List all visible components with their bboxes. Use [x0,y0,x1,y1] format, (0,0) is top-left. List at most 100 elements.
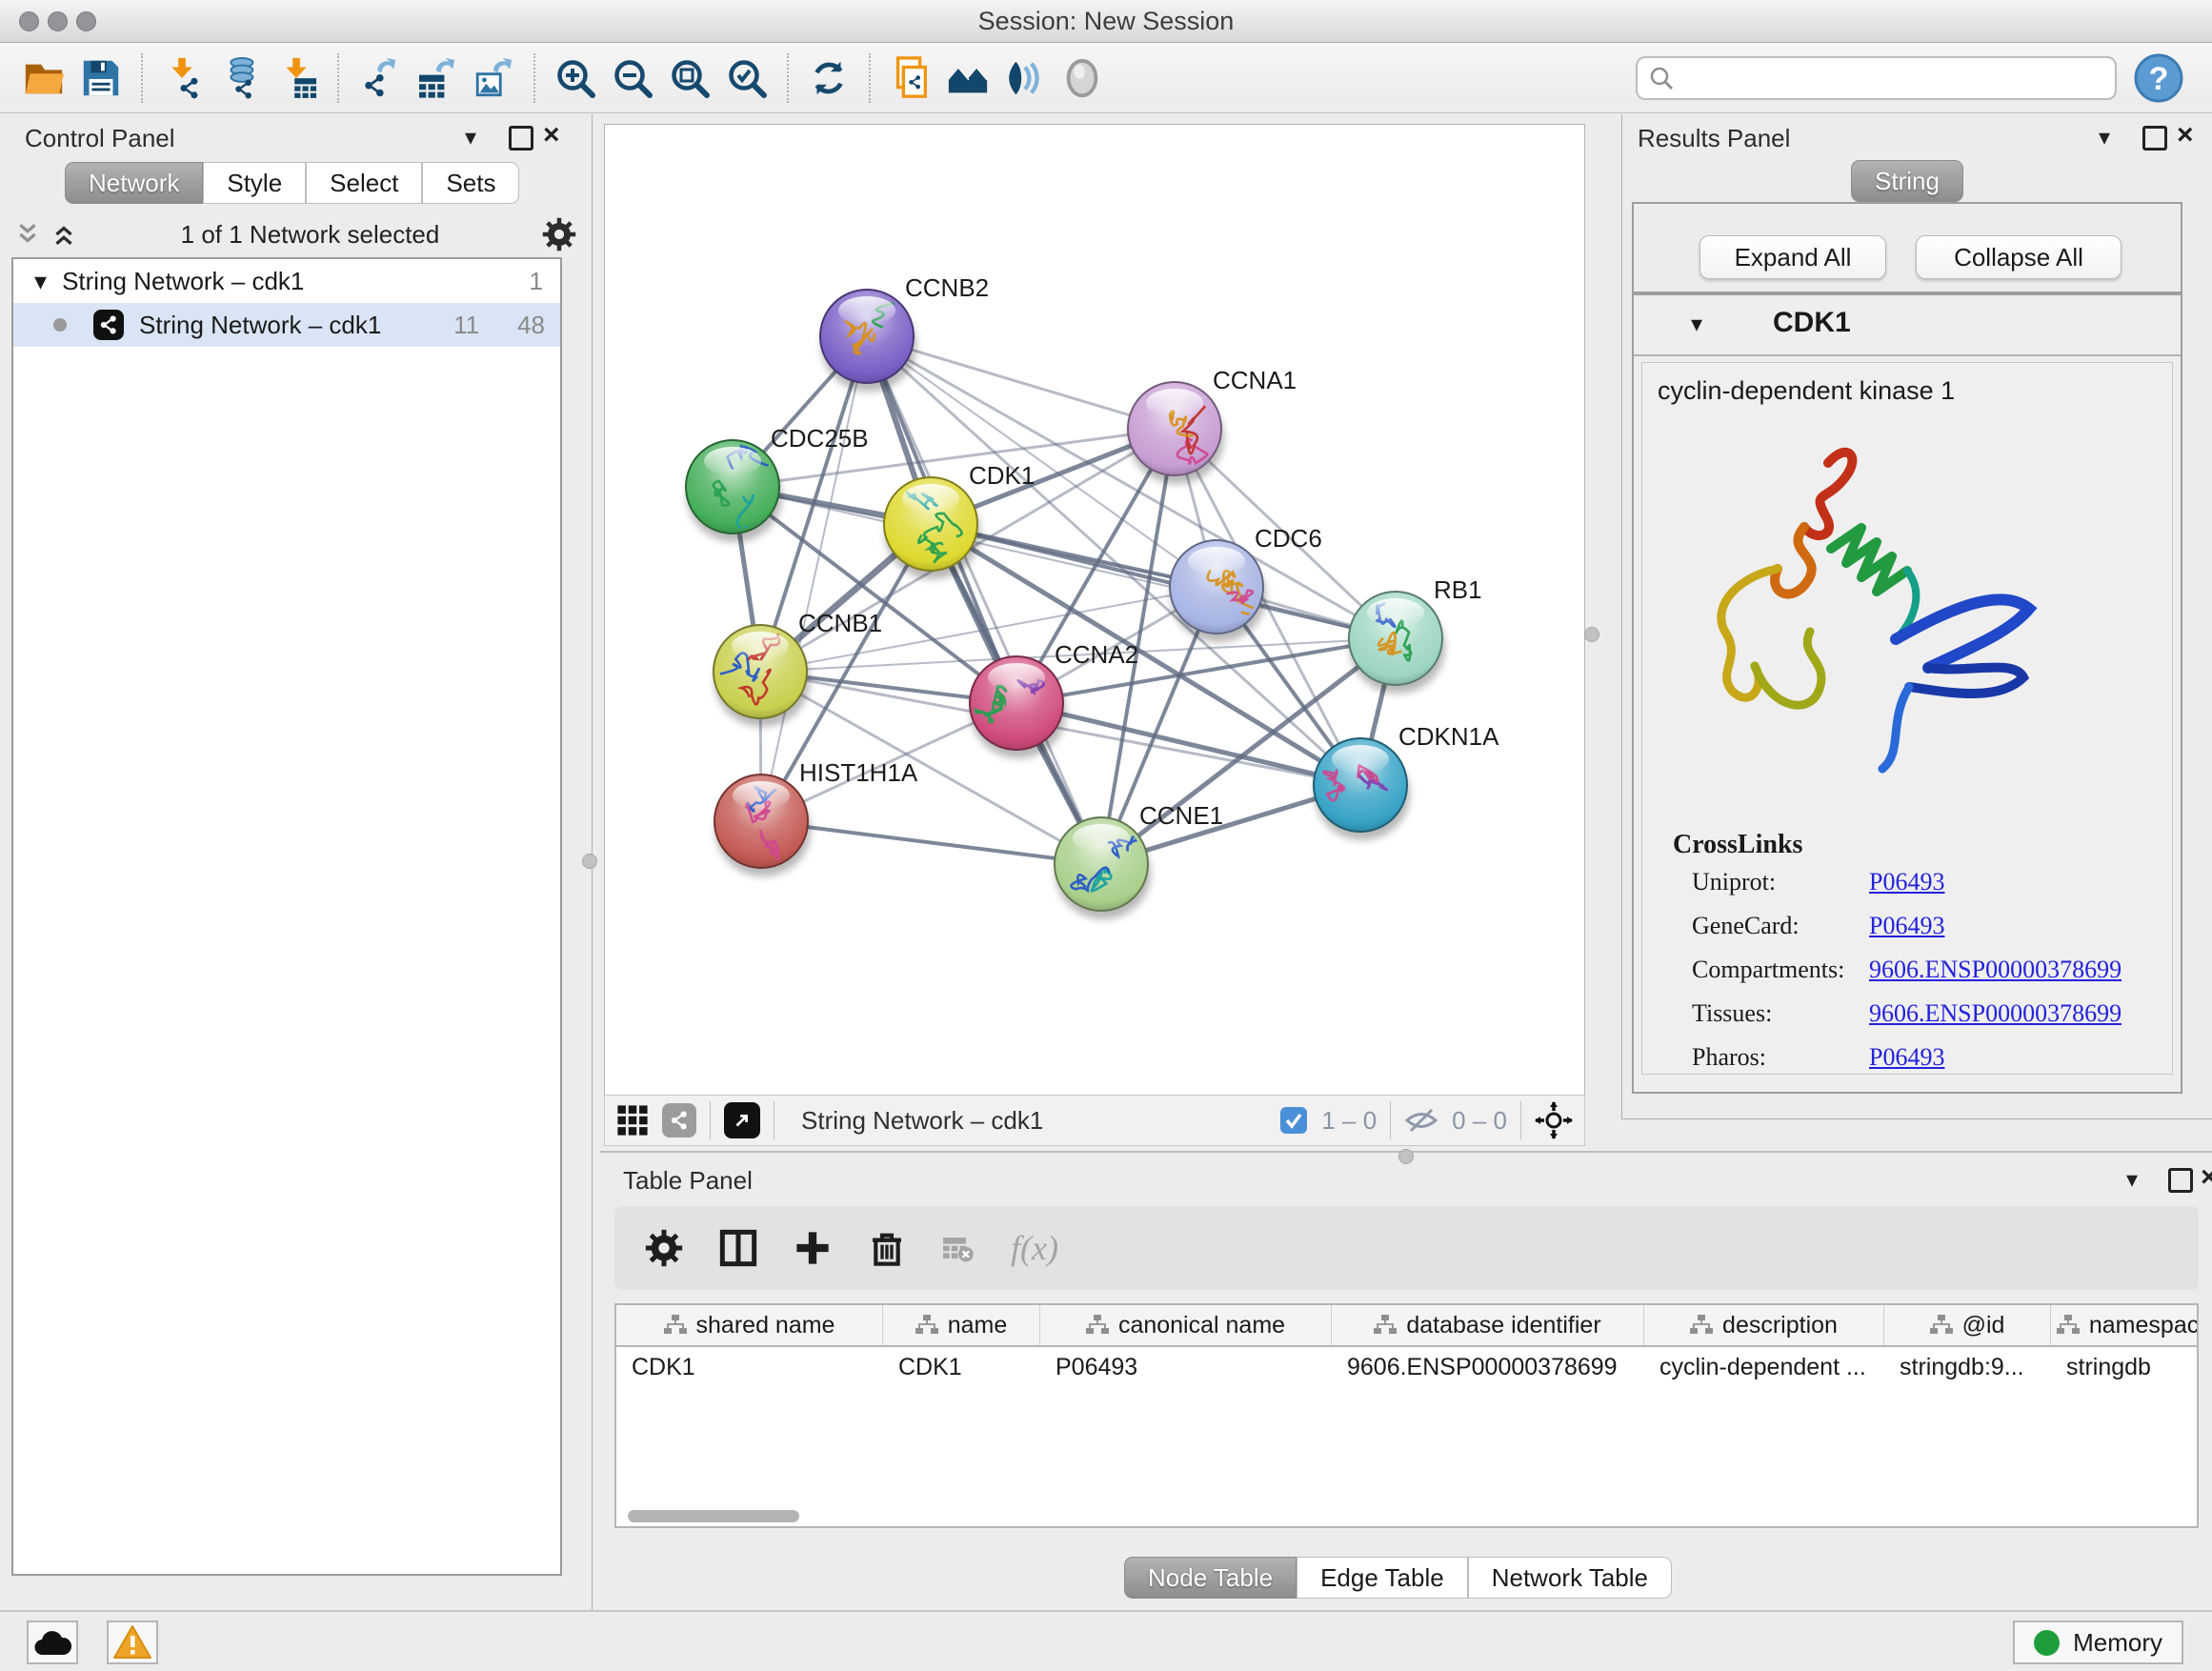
collapse-panel-icon[interactable]: ▾ [465,124,476,151]
hidden-eye-icon[interactable] [1404,1106,1438,1135]
tab-node-table[interactable]: Node Table [1124,1557,1297,1599]
search-input[interactable] [1676,63,2105,92]
close-panel-icon[interactable]: × [2177,126,2194,145]
pharos-link[interactable]: P06493 [1869,1043,1944,1071]
zoom-fit-button[interactable] [661,50,718,106]
delete-row-trash-icon[interactable] [868,1229,906,1267]
tissues-link[interactable]: 9606.ENSP00000378699 [1869,999,2122,1027]
cell-shared-name[interactable]: CDK1 [616,1347,883,1387]
table-row[interactable]: CDK1 CDK1 P06493 9606.ENSP00000378699 cy… [616,1347,2197,1387]
network-label: String Network – cdk1 [139,311,453,340]
tab-style[interactable]: Style [203,162,306,204]
cell-database-identifier[interactable]: 9606.ENSP00000378699 [1332,1347,1644,1387]
delete-table-icon[interactable] [942,1229,975,1267]
zoom-out-button[interactable] [604,50,661,106]
first-neighbors-button[interactable] [939,50,996,106]
detach-view-icon[interactable] [724,1102,760,1138]
close-panel-icon[interactable]: × [2201,1168,2212,1187]
horizontal-scrollbar-thumb[interactable] [628,1510,799,1522]
table-header-row: shared name name canonical name database… [616,1305,2197,1347]
tab-edge-table[interactable]: Edge Table [1297,1557,1468,1599]
close-panel-icon[interactable]: × [543,126,560,145]
column-header[interactable]: name [883,1305,1040,1345]
zoom-fit-icon [668,56,712,100]
genecard-link[interactable]: P06493 [1869,912,1944,939]
eye-waves-icon [1003,56,1047,100]
expand-all-networks-icon[interactable] [13,222,42,247]
network-options-gear-icon[interactable] [542,217,576,252]
cloud-button[interactable] [27,1621,78,1664]
left-splitter-handle[interactable] [582,854,597,869]
save-session-button[interactable] [72,50,130,106]
collapse-panel-icon[interactable]: ▾ [2126,1166,2138,1194]
hide-selected-button[interactable] [1054,50,1111,106]
tab-select[interactable]: Select [306,162,422,204]
float-panel-icon[interactable] [509,126,533,151]
uniprot-link[interactable]: P06493 [1869,868,1944,896]
import-network-file-button[interactable] [154,50,211,106]
expand-all-button[interactable]: Expand All [1699,235,1886,279]
tab-sets[interactable]: Sets [422,162,519,204]
network-canvas[interactable]: CCNB2CCNA1CDC25BCDK1CDC6RB1CCNB1CCNA2CDK… [604,124,1585,1096]
collapse-panel-icon[interactable]: ▾ [2099,124,2110,151]
entry-expander-icon[interactable]: ▾ [1691,311,1702,338]
apply-layout-button[interactable] [800,50,857,106]
clone-network-button[interactable] [882,50,939,106]
show-graphics-details-button[interactable] [996,50,1054,106]
entry-header[interactable]: ▾ CDK1 [1634,295,2181,356]
export-table-button[interactable] [408,50,465,106]
selected-checkbox-icon[interactable] [1279,1106,1308,1135]
zoom-in-button[interactable] [547,50,604,106]
import-table-file-button[interactable] [269,50,326,106]
collapse-all-networks-icon[interactable] [50,222,78,247]
column-header[interactable]: namespace [2051,1305,2199,1345]
string-network-icon [93,310,124,340]
birdseye-crosshair-icon[interactable] [1535,1101,1573,1139]
cell-id[interactable]: stringdb:9... [1884,1347,2051,1387]
grid-view-icon[interactable] [616,1104,649,1137]
column-header[interactable]: database identifier [1332,1305,1644,1345]
cell-name[interactable]: CDK1 [883,1347,1040,1387]
export-image-button[interactable] [465,50,522,106]
network-list-toolbar: 1 of 1 Network selected [13,213,576,255]
column-header[interactable]: shared name [616,1305,883,1345]
warnings-button[interactable] [107,1621,158,1664]
export-network-button[interactable] [351,50,408,106]
add-row-plus-icon[interactable] [794,1229,832,1267]
float-panel-icon[interactable] [2168,1168,2193,1193]
zoom-selected-button[interactable] [718,50,775,106]
tab-string[interactable]: String [1851,160,1963,202]
svg-text:CCNA1: CCNA1 [1213,366,1297,394]
eye-disabled-icon [1060,56,1104,100]
memory-button[interactable]: Memory [2013,1621,2183,1664]
cell-namespace[interactable]: stringdb [2051,1347,2199,1387]
main-toolbar: ? [0,43,2212,113]
right-splitter-handle[interactable] [1584,627,1599,642]
collapse-all-button[interactable]: Collapse All [1916,235,2122,279]
import-network-database-button[interactable] [211,50,269,106]
toolbar-separator [869,53,871,103]
apply-function-icon[interactable]: f(x) [1011,1228,1058,1268]
float-panel-icon[interactable] [2142,126,2167,151]
cell-canonical-name[interactable]: P06493 [1040,1347,1332,1387]
show-columns-icon[interactable] [719,1229,757,1267]
tab-network-table[interactable]: Network Table [1468,1557,1672,1599]
compartments-link[interactable]: 9606.ENSP00000378699 [1869,956,2122,983]
cell-description[interactable]: cyclin-dependent ... [1644,1347,1884,1387]
tab-network[interactable]: Network [65,162,203,204]
column-header[interactable]: @id [1884,1305,2051,1345]
svg-text:CCNE1: CCNE1 [1139,801,1223,830]
table-settings-gear-icon[interactable] [645,1229,683,1267]
bottom-splitter-handle[interactable] [1398,1149,1414,1164]
open-session-button[interactable] [15,50,72,106]
network-badge-icon[interactable] [662,1103,696,1137]
column-header[interactable]: description [1644,1305,1884,1345]
search-box[interactable] [1636,56,2117,100]
network-row-selected[interactable]: String Network – cdk1 11 48 [13,303,560,347]
string-network-graph[interactable]: CCNB2CCNA1CDC25BCDK1CDC6RB1CCNB1CCNA2CDK… [605,125,1584,1095]
network-collection-row[interactable]: ▾ String Network – cdk1 1 [13,259,560,303]
crosslink-label: Tissues: [1692,999,1772,1028]
collection-expander-icon[interactable]: ▾ [34,267,47,296]
help-button[interactable]: ? [2134,53,2183,103]
column-header[interactable]: canonical name [1040,1305,1332,1345]
